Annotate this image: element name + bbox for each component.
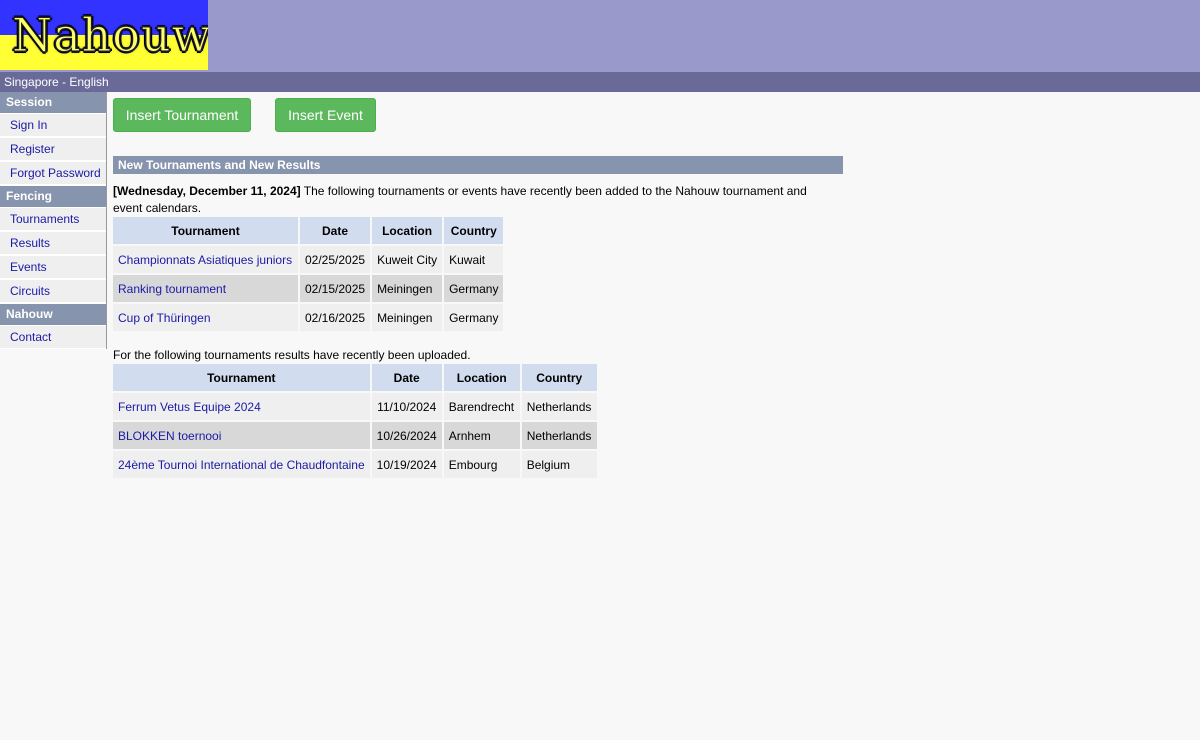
column-header-date[interactable]: Date [371,364,442,391]
column-header-country[interactable]: Country [444,217,504,244]
tournament-location: Embourg [443,451,520,478]
sidebar-item-results[interactable]: Results [0,232,106,254]
sidebar: Session Sign In Register Forgot Password… [0,92,107,349]
sidebar-item-events[interactable]: Events [0,256,106,278]
tournament-date: 10/26/2024 [371,422,442,449]
tournament-link[interactable]: BLOKKEN toernooi [113,422,370,449]
sidebar-item-tournaments[interactable]: Tournaments [0,208,106,230]
column-header-date[interactable]: Date [300,217,371,244]
column-header-tournament[interactable]: Tournament [113,364,370,391]
tournament-link[interactable]: 24ème Tournoi International de Chaudfont… [113,451,370,478]
table-row: BLOKKEN toernooi 10/26/2024 Arnhem Nethe… [113,422,597,449]
table-row: Ferrum Vetus Equipe 2024 11/10/2024 Bare… [113,393,597,420]
tournament-location: Barendrecht [443,393,520,420]
tournament-location: Kuweit City [372,246,443,273]
tournament-date: 11/10/2024 [371,393,442,420]
new-results-table: Tournament Date Location Country Ferrum … [111,362,599,480]
tournament-link[interactable]: Ranking tournament [113,275,298,302]
results-intro: For the following tournaments results ha… [113,348,471,362]
sidebar-item-contact[interactable]: Contact [0,326,106,348]
table-header-row: Tournament Date Location Country [113,217,504,244]
tournament-country: Netherlands [521,393,597,420]
tournament-location: Meiningen [372,304,443,331]
sidebar-item-circuits[interactable]: Circuits [0,280,106,302]
column-header-country[interactable]: Country [521,364,597,391]
tournament-link[interactable]: Cup of Thüringen [113,304,298,331]
sidebar-item-register[interactable]: Register [0,138,106,160]
column-header-tournament[interactable]: Tournament [113,217,298,244]
sidebar-section-nahouw: Nahouw [0,304,106,325]
insert-tournament-button[interactable]: Insert Tournament [113,98,251,132]
table-row: Cup of Thüringen 02/16/2025 Meiningen Ge… [113,304,504,331]
tournament-country: Germany [444,304,504,331]
insert-event-button[interactable]: Insert Event [275,98,376,132]
tournament-location: Meiningen [372,275,443,302]
locale-bar[interactable]: Singapore - English [0,72,1200,92]
tournament-date: 02/25/2025 [300,246,371,273]
section-title: New Tournaments and New Results [113,156,843,174]
intro-date: [Wednesday, December 11, 2024] [113,184,301,198]
header: Nahouw [0,0,1200,72]
table-row: 24ème Tournoi International de Chaudfont… [113,451,597,478]
tournament-country: Netherlands [521,422,597,449]
tournament-country: Germany [444,275,504,302]
column-header-location[interactable]: Location [372,217,443,244]
intro-paragraph: [Wednesday, December 11, 2024] The follo… [113,183,823,217]
sidebar-item-sign-in[interactable]: Sign In [0,114,106,136]
logo-text: Nahouw [12,8,209,63]
tournament-location: Arnhem [443,422,520,449]
tournament-link[interactable]: Championnats Asiatiques juniors [113,246,298,273]
table-row: Championnats Asiatiques juniors 02/25/20… [113,246,504,273]
tournament-link[interactable]: Ferrum Vetus Equipe 2024 [113,393,370,420]
tournament-date: 10/19/2024 [371,451,442,478]
tournament-date: 02/16/2025 [300,304,371,331]
column-header-location[interactable]: Location [443,364,520,391]
new-tournaments-table: Tournament Date Location Country Champio… [111,215,505,333]
table-header-row: Tournament Date Location Country [113,364,597,391]
nahouw-logo[interactable]: Nahouw [0,0,208,70]
tournament-country: Belgium [521,451,597,478]
sidebar-item-forgot-password[interactable]: Forgot Password [0,162,106,184]
tournament-country: Kuwait [444,246,504,273]
tournament-date: 02/15/2025 [300,275,371,302]
table-row: Ranking tournament 02/15/2025 Meiningen … [113,275,504,302]
sidebar-section-session: Session [0,92,106,113]
sidebar-section-fencing: Fencing [0,186,106,207]
